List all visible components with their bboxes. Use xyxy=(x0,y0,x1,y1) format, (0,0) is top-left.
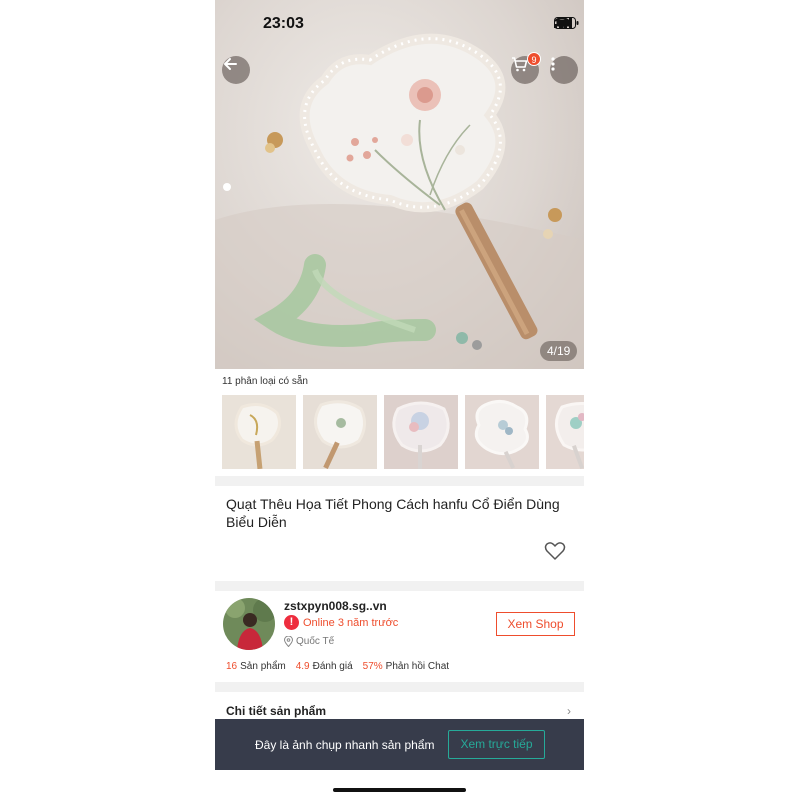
more-icon xyxy=(551,57,555,71)
shop-location-text: Quốc Tế xyxy=(296,636,335,647)
home-area xyxy=(215,770,584,800)
location-pin-icon xyxy=(284,636,293,647)
product-details-label: Chi tiết sản phẩm xyxy=(226,704,327,718)
avatar-image xyxy=(223,598,275,650)
battery-icon xyxy=(554,17,579,29)
product-title: Quạt Thêu Họa Tiết Phong Cách hanfu Cổ Đ… xyxy=(226,496,560,530)
stat-rating: 4.9 Đánh giá xyxy=(295,661,353,672)
online-status-text: Online 3 năm trước xyxy=(303,616,399,629)
variant-thumbnail[interactable] xyxy=(303,395,377,469)
image-counter: 4/19 xyxy=(540,341,578,361)
variant-image xyxy=(234,403,282,469)
snapshot-banner: Đây là ảnh chụp nhanh sản phẩm Xem trực … xyxy=(215,719,584,770)
shop-stats: 16 Sản phẩm 4.9 Đánh giá 57% Phản hồi Chat xyxy=(226,661,449,672)
product-image[interactable]: 23:03 9 4/19 xyxy=(215,0,584,369)
back-arrow-icon xyxy=(224,58,237,70)
cart-button[interactable]: 9 xyxy=(511,52,541,84)
cart-icon xyxy=(512,57,528,72)
chevron-right-icon: › xyxy=(567,704,571,718)
variant-image xyxy=(474,400,529,469)
variant-image xyxy=(314,400,366,469)
view-shop-button[interactable]: Xem Shop xyxy=(496,612,575,636)
cart-count-badge: 9 xyxy=(527,52,541,66)
alert-icon: ! xyxy=(284,615,299,630)
heart-icon xyxy=(544,542,566,560)
stat-chat-response: 57% Phản hồi Chat xyxy=(362,661,450,672)
variant-image xyxy=(555,402,584,469)
shop-name[interactable]: zstxpyn008.sg..vn xyxy=(284,599,387,613)
online-status: ! Online 3 năm trước xyxy=(284,615,398,630)
shop-location: Quốc Tế xyxy=(284,636,334,647)
snapshot-text: Đây là ảnh chụp nhanh sản phẩm xyxy=(255,738,435,752)
variants-count-label: 11 phân loại có sẵn xyxy=(222,376,308,387)
variant-thumbnail[interactable] xyxy=(384,395,458,469)
section-divider xyxy=(215,581,584,591)
more-options-button[interactable] xyxy=(550,56,578,84)
product-details-row[interactable]: Chi tiết sản phẩm › xyxy=(226,704,571,718)
home-indicator[interactable] xyxy=(333,788,466,792)
status-time: 23:03 xyxy=(263,15,304,32)
variant-image xyxy=(392,401,450,469)
variant-thumbnails xyxy=(222,395,584,469)
variant-thumbnail[interactable] xyxy=(222,395,296,469)
shop-avatar[interactable] xyxy=(223,598,275,650)
phone-screen: 23:03 9 4/19 11 phân loại có sẵn Quạt Th… xyxy=(215,0,584,800)
live-view-button[interactable]: Xem trực tiếp xyxy=(448,730,545,759)
section-divider xyxy=(215,682,584,692)
section-divider xyxy=(215,476,584,486)
stat-products: 16 Sản phẩm xyxy=(226,661,286,672)
variant-thumbnail[interactable] xyxy=(465,395,539,469)
favorite-button[interactable] xyxy=(544,541,566,561)
variant-thumbnail[interactable] xyxy=(546,395,584,469)
back-button[interactable] xyxy=(222,56,250,84)
